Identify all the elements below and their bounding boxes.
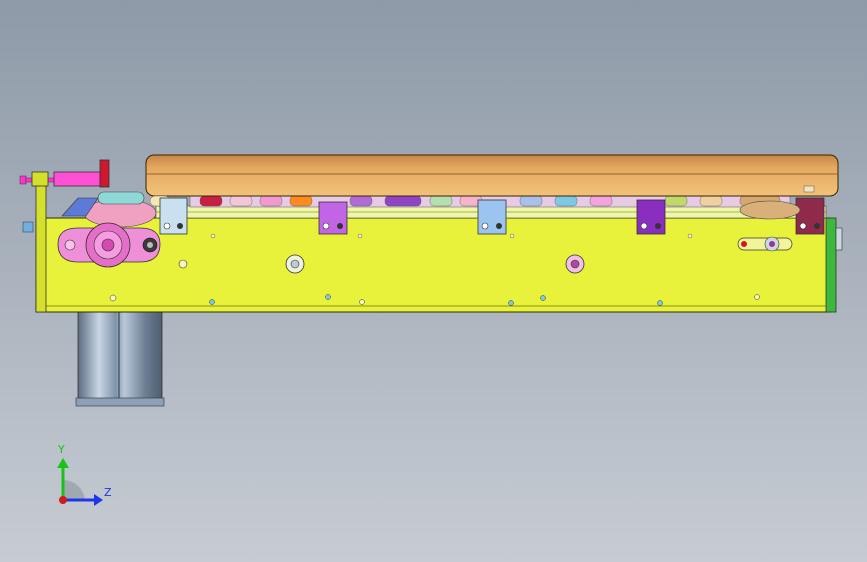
triad-y-label: Y xyxy=(58,443,65,456)
triad-z-label: Z xyxy=(104,486,112,499)
bracket-4[interactable] xyxy=(636,199,666,235)
model-canvas[interactable] xyxy=(0,0,867,562)
frame-hole-shaft-left xyxy=(285,254,305,274)
right-idler xyxy=(739,200,801,220)
frame-hole-shaft-right xyxy=(565,254,585,274)
drive-motor[interactable] xyxy=(75,311,165,407)
bracket-1[interactable] xyxy=(159,197,188,235)
tabletop[interactable] xyxy=(145,154,839,197)
tensioner[interactable] xyxy=(737,236,793,252)
cad-viewport[interactable]: Y Z xyxy=(0,0,867,562)
bracket-2[interactable] xyxy=(318,201,348,235)
motor-flange[interactable] xyxy=(57,222,161,268)
bracket-5[interactable] xyxy=(795,197,825,235)
bracket-3[interactable] xyxy=(477,199,507,235)
x-axis-point-icon xyxy=(59,496,67,504)
